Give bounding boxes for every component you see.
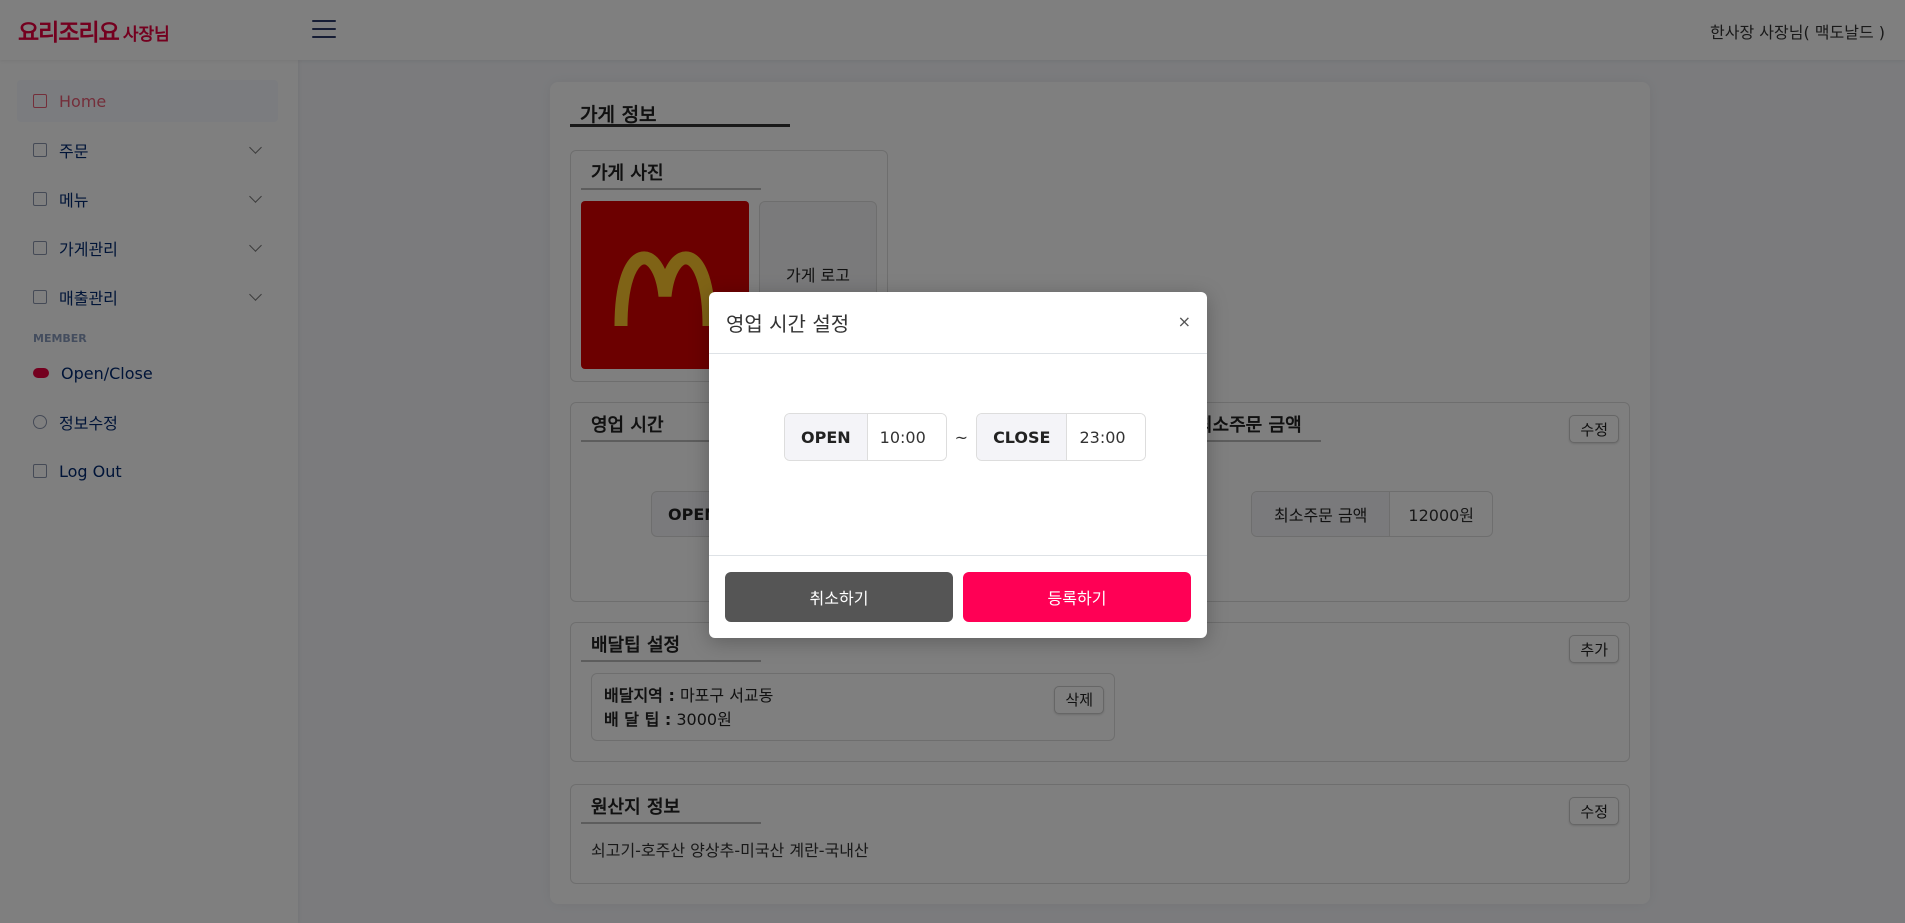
close-time-input[interactable] bbox=[1067, 414, 1146, 460]
modal-title: 영업 시간 설정 bbox=[726, 312, 850, 336]
close-label: CLOSE bbox=[977, 414, 1068, 460]
close-time-group: CLOSE bbox=[976, 413, 1147, 461]
time-range-row: OPEN ~ CLOSE bbox=[784, 413, 1147, 461]
open-label: OPEN bbox=[785, 414, 868, 460]
open-time-input[interactable] bbox=[867, 414, 946, 460]
modal-header: 영업 시간 설정 × bbox=[709, 292, 1207, 354]
range-separator: ~ bbox=[954, 427, 969, 447]
open-time-group: OPEN bbox=[784, 413, 947, 461]
close-icon[interactable]: × bbox=[1178, 312, 1191, 331]
business-hours-modal: 영업 시간 설정 × OPEN ~ CLOSE 취소하기 등록하기 bbox=[709, 292, 1207, 638]
cancel-button[interactable]: 취소하기 bbox=[725, 572, 953, 622]
modal-footer: 취소하기 등록하기 bbox=[709, 555, 1207, 638]
submit-button[interactable]: 등록하기 bbox=[963, 572, 1191, 622]
